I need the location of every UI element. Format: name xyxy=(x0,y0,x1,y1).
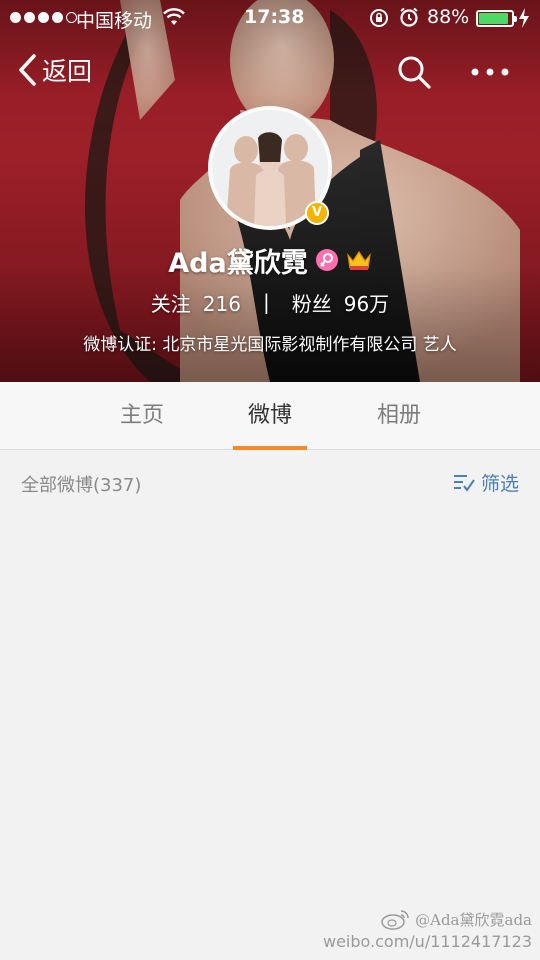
alarm-icon xyxy=(400,7,418,27)
search-icon[interactable] xyxy=(396,54,432,90)
watermark-handle: @Ada黛欣霓ada xyxy=(415,910,532,929)
all-posts-count[interactable]: 全部微博(337) xyxy=(21,471,141,497)
battery-icon xyxy=(476,10,517,27)
following-count: 216 xyxy=(202,291,241,316)
charging-icon xyxy=(519,8,529,28)
feed-filter-row: 全部微博(337) 筛选 xyxy=(0,451,540,517)
female-icon xyxy=(315,249,338,271)
name-row: Ada黛欣霓 xyxy=(0,240,540,280)
stats-separator: | xyxy=(262,290,270,314)
filter-label: 筛选 xyxy=(481,473,520,495)
watermark: @Ada黛欣霓ada weibo.com/u/1112417123 xyxy=(323,908,532,951)
stats-row: 关注 216 | 粉丝 96万 xyxy=(0,285,540,319)
wifi-icon xyxy=(163,8,185,25)
crown-icon[interactable] xyxy=(346,249,372,271)
profile-tabs: 主页 微博 相册 xyxy=(0,382,540,450)
battery-percent: 88% xyxy=(427,6,470,28)
chevron-left-icon xyxy=(19,54,36,86)
more-icon[interactable] xyxy=(470,62,510,82)
watermark-url: weibo.com/u/1112417123 xyxy=(322,932,532,951)
tab-home[interactable]: 主页 xyxy=(87,382,197,450)
tab-album[interactable]: 相册 xyxy=(344,382,454,450)
fans-stat[interactable]: 粉丝 96万 xyxy=(292,288,389,317)
tab-weibo[interactable]: 微博 xyxy=(215,382,325,450)
fans-count: 96万 xyxy=(343,291,390,316)
filter-icon xyxy=(454,474,475,492)
back-label: 返回 xyxy=(42,57,93,86)
fans-label: 粉丝 xyxy=(291,291,332,316)
following-label: 关注 xyxy=(150,291,191,316)
rotation-lock-icon xyxy=(370,9,388,27)
following-stat[interactable]: 关注 216 xyxy=(151,288,241,317)
clock: 17:38 xyxy=(244,6,305,28)
verification-text: 微博认证: 北京市星光国际影视制作有限公司 艺人 xyxy=(83,335,457,355)
status-bar: 中国移动 17:38 88% xyxy=(0,0,540,36)
weibo-logo-icon xyxy=(381,910,409,930)
back-button[interactable]: 返回 xyxy=(16,50,92,90)
verified-badge-icon: V xyxy=(305,201,329,225)
carrier-name: 中国移动 xyxy=(76,10,153,32)
user-name: Ada黛欣霓 xyxy=(168,247,308,279)
signal-strength-icon xyxy=(10,12,77,23)
filter-button[interactable]: 筛选 xyxy=(453,469,519,496)
